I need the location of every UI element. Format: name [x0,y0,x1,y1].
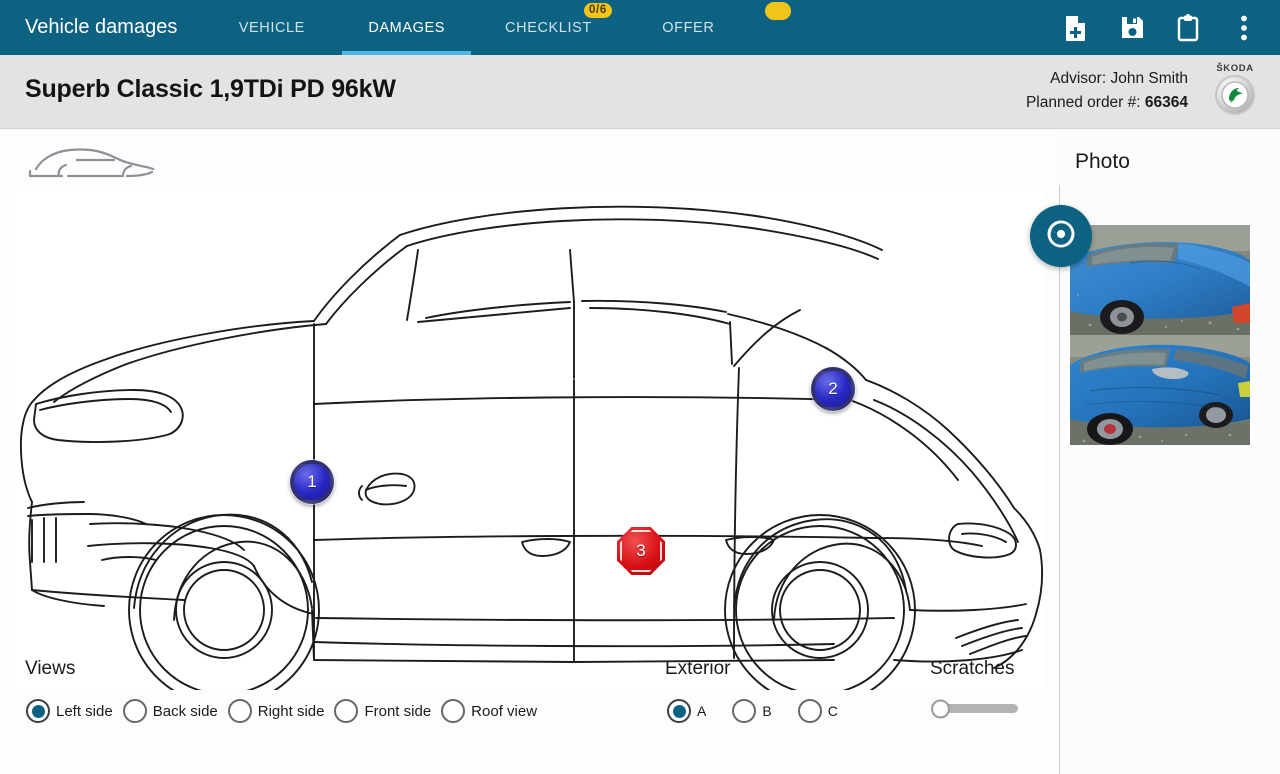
radio-right-side-label: Right side [257,702,325,720]
car-side-view-drawing [19,205,1044,690]
tab-vehicle[interactable]: VEHICLE [205,0,338,55]
clipboard-icon [1176,13,1200,42]
radio-left-side[interactable]: Left side [26,699,113,723]
scratches-slider[interactable] [931,699,1018,718]
damage-marker-2-label: 2 [828,379,838,398]
photo-thumbnail-1[interactable] [1070,225,1250,335]
checklist-badge: 0/6 [584,3,612,18]
damage-canvas-area: 1 2 3 Views Left side Back side Right si… [0,130,1059,774]
radio-exterior-c[interactable]: C [797,699,838,723]
damage-marker-2[interactable]: 2 [811,367,855,411]
radio-exterior-c-label: C [827,703,838,719]
radio-exterior-b-indicator [732,699,757,723]
car-silhouette-icon[interactable] [22,138,172,186]
radio-back-side-indicator [122,699,147,723]
exterior-radio-group: A B C [667,699,848,723]
damage-marker-1[interactable]: 1 [290,460,334,504]
tab-bar: VEHICLE DAMAGES CHECKLIST 0/6 OFFER [205,0,791,55]
photo-panel-title: Photo [1075,150,1130,173]
radio-roof-view-indicator [441,699,466,723]
radio-exterior-a[interactable]: A [667,699,706,723]
status-indicator-dot[interactable] [764,2,791,20]
photo-thumbnail-2[interactable] [1070,335,1250,445]
views-group-label: Views [25,658,76,679]
brand-logo-block: ŠKODA [1204,63,1266,115]
page-title: Superb Classic 1,9TDi PD 96kW [25,75,396,103]
scratches-slider-track[interactable] [931,699,1018,718]
camera-icon [1046,219,1076,254]
photo-1-image [1070,225,1250,335]
tab-damages[interactable]: DAMAGES [338,0,475,55]
order-meta: Advisor: John Smith Planned order #: 663… [1026,67,1188,115]
tab-damages-label: DAMAGES [368,19,446,36]
tab-checklist[interactable]: CHECKLIST 0/6 [475,0,622,55]
save-icon [1119,14,1146,41]
vehicle-damages-app: Vehicle damages VEHICLE DAMAGES CHECKLIS… [0,0,1280,774]
radio-back-side-label: Back side [152,702,218,720]
camera-button[interactable] [1030,205,1092,267]
bottom-controls: Views Left side Back side Right side Fro… [0,658,1059,774]
overflow-menu-button[interactable] [1216,0,1272,55]
app-bar: Vehicle damages VEHICLE DAMAGES CHECKLIS… [0,0,1280,55]
radio-exterior-b[interactable]: B [732,699,772,723]
app-bar-actions [1048,0,1272,55]
radio-right-side[interactable]: Right side [227,699,325,723]
radio-exterior-b-label: B [762,703,772,719]
tab-offer[interactable]: OFFER [622,0,755,55]
damage-marker-3[interactable]: 3 [617,527,665,575]
scratches-slider-thumb[interactable] [931,699,950,718]
radio-front-side[interactable]: Front side [334,699,431,723]
order-label: Planned order #: [1025,94,1141,111]
radio-front-side-label: Front side [364,702,432,720]
tab-offer-label: OFFER [662,19,715,36]
scratches-group-label: Scratches [930,658,1015,679]
photo-2-image [1070,335,1250,445]
car-diagram[interactable] [14,190,1044,690]
radio-exterior-a-label: A [697,703,707,719]
order-line: Planned order #: 66364 [1026,91,1188,115]
radio-front-side-indicator [334,699,359,723]
skoda-logo-icon [1215,75,1255,115]
brand-wordmark: ŠKODA [1216,63,1254,74]
radio-left-side-indicator [26,699,50,723]
photo-thumbnail-list [1070,225,1252,445]
damage-marker-1-label: 1 [307,472,317,491]
tab-vehicle-label: VEHICLE [238,19,305,36]
app-title: Vehicle damages [25,16,178,38]
save-button[interactable] [1104,0,1160,55]
radio-roof-view[interactable]: Roof view [441,699,537,723]
photo-panel: Photo [1030,130,1280,774]
radio-left-side-label: Left side [56,702,113,720]
vehicle-subheader: Superb Classic 1,9TDi PD 96kW Advisor: J… [0,55,1280,129]
tab-checklist-label: CHECKLIST [505,19,592,36]
clipboard-button[interactable] [1160,0,1216,55]
exterior-group-label: Exterior [665,658,731,679]
damage-marker-3-label: 3 [636,541,646,560]
advisor-label: Advisor: John Smith [1050,70,1188,87]
radio-exterior-c-indicator [797,699,822,723]
views-radio-group: Left side Back side Right side Front sid… [26,699,547,723]
new-document-icon [1063,14,1089,42]
overflow-menu-icon [1241,15,1247,41]
radio-back-side[interactable]: Back side [122,699,218,723]
radio-right-side-indicator [227,699,252,723]
new-document-button[interactable] [1048,0,1104,55]
radio-roof-view-label: Roof view [471,702,538,720]
radio-exterior-a-indicator [667,699,691,723]
order-number: 66364 [1144,94,1188,111]
